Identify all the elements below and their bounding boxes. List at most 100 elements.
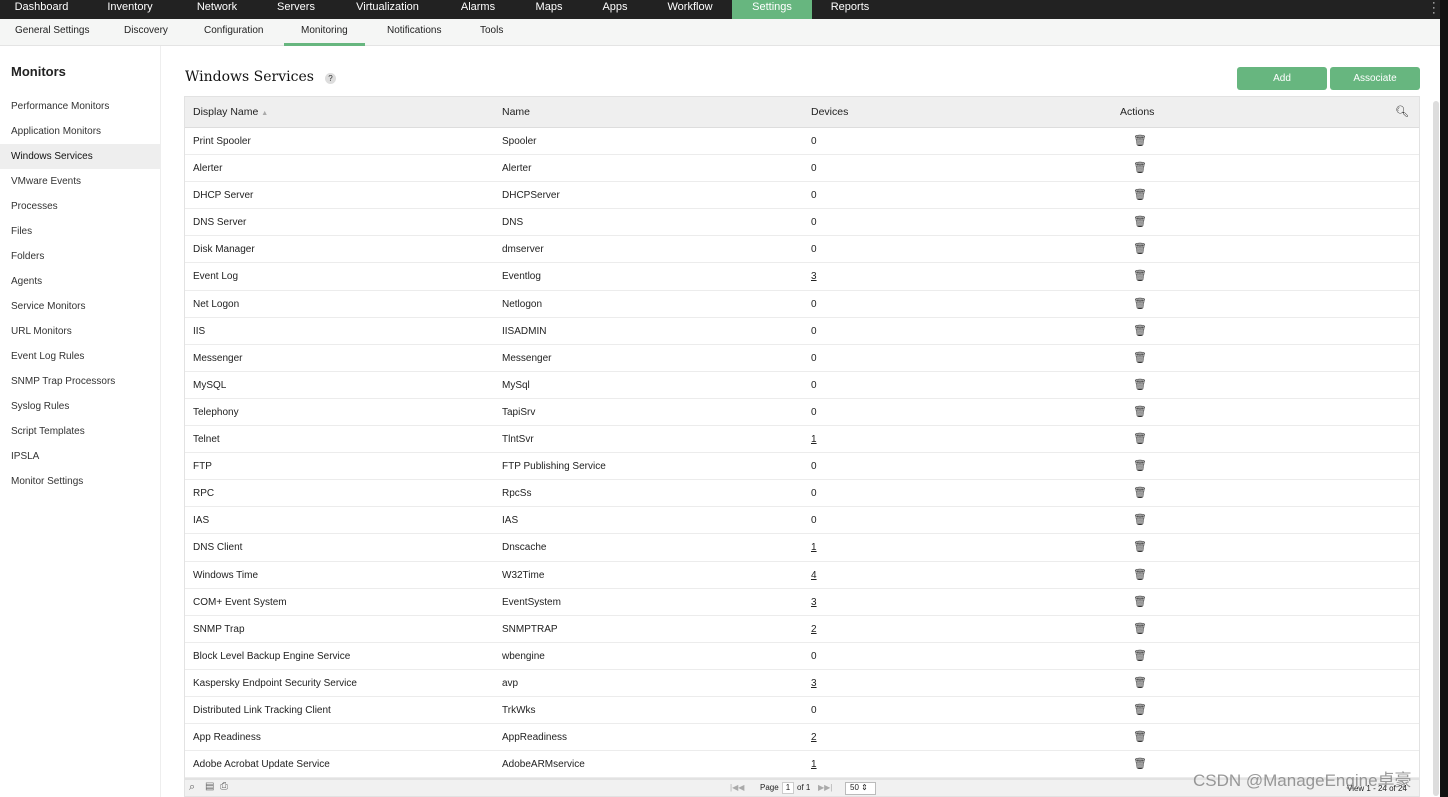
delete-icon[interactable]: 🗑︎ — [1133, 155, 1147, 182]
nav-servers[interactable]: Servers — [257, 0, 335, 19]
sidebar-item-service-monitors[interactable]: Service Monitors — [0, 294, 160, 319]
nav-alarms[interactable]: Alarms — [440, 0, 516, 19]
subnav-tools[interactable]: Tools — [480, 19, 503, 46]
sidebar-item-folders[interactable]: Folders — [0, 244, 160, 269]
delete-icon[interactable]: 🗑︎ — [1133, 724, 1147, 751]
delete-icon[interactable]: 🗑︎ — [1133, 372, 1147, 399]
delete-icon[interactable]: 🗑︎ — [1133, 534, 1147, 561]
sidebar-item-application-monitors[interactable]: Application Monitors — [0, 119, 160, 144]
nav-network[interactable]: Network — [177, 0, 257, 19]
table-row: Alerter Alerter 0 🗑︎ — [185, 155, 1419, 183]
devices-link[interactable]: 1 — [811, 434, 817, 445]
delete-icon[interactable]: 🗑︎ — [1133, 751, 1147, 778]
delete-icon[interactable]: 🗑︎ — [1133, 209, 1147, 236]
column-devices[interactable]: Devices — [811, 97, 848, 128]
display-name-cell: Alerter — [193, 163, 223, 175]
display-name-cell: Kaspersky Endpoint Security Service — [193, 677, 357, 689]
nav-apps[interactable]: Apps — [582, 0, 648, 19]
devices-link[interactable]: 2 — [811, 732, 817, 743]
devices-link[interactable]: 2 — [811, 624, 817, 635]
subnav-discovery[interactable]: Discovery — [124, 19, 168, 46]
page-input[interactable]: 1 — [782, 782, 794, 794]
sidebar-item-monitor-settings[interactable]: Monitor Settings — [0, 469, 160, 494]
devices-link[interactable]: 1 — [811, 542, 817, 553]
nav-reports[interactable]: Reports — [812, 0, 888, 19]
nav-settings[interactable]: Settings — [732, 0, 812, 19]
devices-link[interactable]: 1 — [811, 759, 817, 770]
delete-icon[interactable]: 🗑︎ — [1133, 480, 1147, 507]
first-page-icon[interactable]: |◀◀ — [730, 783, 744, 792]
sidebar-item-files[interactable]: Files — [0, 219, 160, 244]
scrollbar[interactable] — [1433, 101, 1439, 796]
page-size-select[interactable]: 50 ⇕ — [845, 782, 876, 795]
table-header: Display Name ▲ Name Devices Actions 🔍︎ — [185, 97, 1419, 128]
column-name[interactable]: Name — [502, 97, 530, 128]
next-page-icon[interactable]: ▶▶| — [818, 783, 832, 792]
columns-icon[interactable]: ▤ — [205, 781, 214, 792]
top-navigation: Dashboard Inventory Network Servers Virtuali… — [0, 0, 1440, 19]
devices-count: 0 — [811, 704, 817, 716]
subnav-monitoring[interactable]: Monitoring — [284, 19, 365, 46]
sidebar-item-script-templates[interactable]: Script Templates — [0, 419, 160, 444]
delete-icon[interactable]: 🗑︎ — [1133, 291, 1147, 318]
delete-icon[interactable]: 🗑︎ — [1133, 236, 1147, 263]
search-icon[interactable]: 🔍︎ — [1395, 97, 1409, 128]
sidebar-item-processes[interactable]: Processes — [0, 194, 160, 219]
sidebar-item-event-log-rules[interactable]: Event Log Rules — [0, 344, 160, 369]
subnav-general-settings[interactable]: General Settings — [15, 19, 90, 46]
sidebar-item-syslog-rules[interactable]: Syslog Rules — [0, 394, 160, 419]
delete-icon[interactable]: 🗑︎ — [1133, 182, 1147, 209]
devices-count: 0 — [811, 244, 817, 256]
devices-cell: 0 — [811, 507, 817, 534]
display-name-cell: MySQL — [193, 379, 227, 391]
sidebar-item-vmware-events[interactable]: VMware Events — [0, 169, 160, 194]
sidebar-item-agents[interactable]: Agents — [0, 269, 160, 294]
subnav-notifications[interactable]: Notifications — [387, 19, 441, 46]
delete-icon[interactable]: 🗑︎ — [1133, 128, 1147, 155]
sidebar-item-performance-monitors[interactable]: Performance Monitors — [0, 94, 160, 119]
devices-link[interactable]: 3 — [811, 678, 817, 689]
sidebar-item-url-monitors[interactable]: URL Monitors — [0, 319, 160, 344]
delete-icon[interactable]: 🗑︎ — [1133, 318, 1147, 345]
nav-dashboard[interactable]: Dashboard — [0, 0, 83, 19]
delete-icon[interactable]: 🗑︎ — [1133, 507, 1147, 534]
sort-icon[interactable]: ▲ — [261, 110, 268, 117]
devices-link[interactable]: 4 — [811, 570, 817, 581]
name-cell: IISADMIN — [502, 325, 547, 337]
delete-icon[interactable]: 🗑︎ — [1133, 453, 1147, 480]
nav-maps[interactable]: Maps — [516, 0, 582, 19]
delete-icon[interactable]: 🗑︎ — [1133, 399, 1147, 426]
nav-workflow[interactable]: Workflow — [648, 0, 732, 19]
export-icon[interactable]: ⎙ — [220, 781, 228, 792]
subnav-configuration[interactable]: Configuration — [204, 19, 263, 46]
nav-virtualization[interactable]: Virtualization — [335, 0, 440, 19]
sidebar-item-snmp-trap-processors[interactable]: SNMP Trap Processors — [0, 369, 160, 394]
search-icon[interactable]: ⌕ — [189, 781, 195, 794]
table-row: Event Log Eventlog 3 🗑︎ — [185, 263, 1419, 291]
name-cell: Spooler — [502, 136, 537, 147]
name-cell: W32Time — [502, 569, 545, 581]
help-icon[interactable]: ? — [325, 73, 336, 84]
sidebar-item-windows-services[interactable]: Windows Services — [0, 144, 160, 169]
sidebar-item-ipsla[interactable]: IPSLA — [0, 444, 160, 469]
add-button[interactable]: Add — [1237, 67, 1327, 90]
delete-icon[interactable]: 🗑︎ — [1133, 670, 1147, 697]
devices-link[interactable]: 3 — [811, 271, 817, 282]
more-menu-icon[interactable]: · · · — [1432, 0, 1436, 19]
devices-cell: 0 — [811, 372, 817, 399]
delete-icon[interactable]: 🗑︎ — [1133, 345, 1147, 372]
delete-icon[interactable]: 🗑︎ — [1133, 616, 1147, 643]
delete-icon[interactable]: 🗑︎ — [1133, 562, 1147, 589]
delete-icon[interactable]: 🗑︎ — [1133, 589, 1147, 616]
table-row: Telnet TlntSvr 1 🗑︎ — [185, 426, 1419, 454]
devices-count: 0 — [811, 217, 817, 229]
delete-icon[interactable]: 🗑︎ — [1133, 263, 1147, 290]
devices-link[interactable]: 3 — [811, 597, 817, 608]
table-row: COM+ Event System EventSystem 3 🗑︎ — [185, 589, 1419, 616]
delete-icon[interactable]: 🗑︎ — [1133, 643, 1147, 670]
associate-button[interactable]: Associate — [1330, 67, 1420, 90]
column-display-name[interactable]: Display Name ▲ — [193, 97, 268, 129]
nav-inventory[interactable]: Inventory — [83, 0, 177, 19]
delete-icon[interactable]: 🗑︎ — [1133, 697, 1147, 724]
delete-icon[interactable]: 🗑︎ — [1133, 426, 1147, 453]
